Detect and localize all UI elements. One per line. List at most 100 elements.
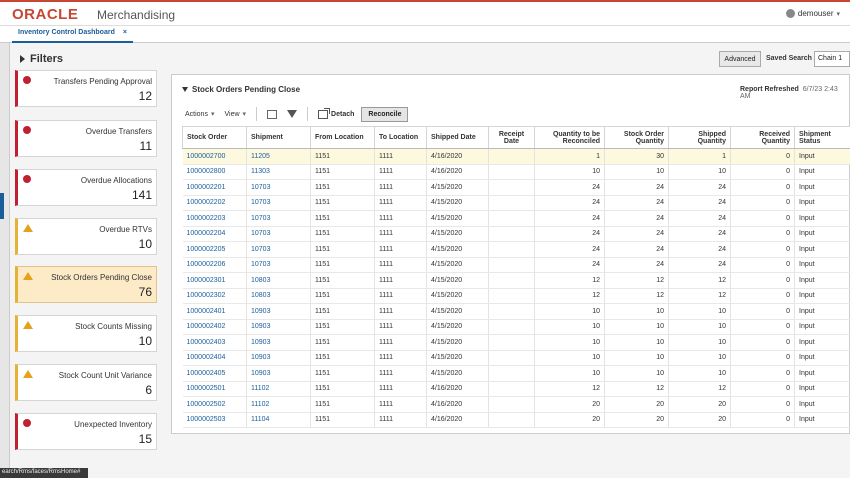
table-row[interactable]: 1000002201 10703 1151 1111 4/15/2020 24 24 24 0 I…: [182, 179, 850, 196]
advanced-button[interactable]: Advanced: [719, 51, 761, 67]
shipment-link[interactable]: 10903: [246, 365, 311, 382]
saved-search-select[interactable]: Chain 1: [814, 51, 850, 67]
column-header[interactable]: Receipt Date: [488, 126, 535, 149]
close-icon[interactable]: ×: [123, 29, 127, 38]
tile-transfers-pending-approval[interactable]: Transfers Pending Approval 12: [15, 70, 157, 107]
stock-order-link[interactable]: 1000002405: [182, 365, 247, 382]
table-row[interactable]: 1000002206 10703 1151 1111 4/15/2020 24 24 24 0 I…: [182, 257, 850, 273]
table-row[interactable]: 1000002501 11102 1151 1111 4/16/2020 12 12 12 0 I…: [182, 381, 850, 397]
column-header[interactable]: Stock Order Quantity: [604, 126, 669, 149]
stock-order-link[interactable]: 1000002402: [182, 319, 247, 335]
table-cell: 12: [604, 288, 669, 304]
reconcile-button[interactable]: Reconcile: [361, 106, 409, 122]
shipment-link[interactable]: 10703: [246, 257, 311, 273]
tab-inventory-control-dashboard[interactable]: Inventory Control Dashboard ×: [12, 26, 133, 43]
table-row[interactable]: 1000002700 11205 1151 1111 4/16/2020 1 30 1 0 Inp…: [182, 148, 850, 165]
table-row[interactable]: 1000002202 10703 1151 1111 4/15/2020 24 24 24 0 I…: [182, 195, 850, 211]
column-header[interactable]: Shipment Status: [794, 126, 850, 149]
table-row[interactable]: 1000002503 11104 1151 1111 4/16/2020 20 20 20 0 I…: [182, 412, 850, 428]
shipment-link[interactable]: 10903: [246, 303, 311, 320]
table-row[interactable]: 1000002404 10903 1151 1111 4/15/2020 10 10 10 0 I…: [182, 350, 850, 366]
table-cell: 12: [604, 272, 669, 289]
shipment-link[interactable]: 10903: [246, 334, 311, 351]
stock-order-link[interactable]: 1000002401: [182, 303, 247, 320]
stock-order-link[interactable]: 1000002205: [182, 241, 247, 258]
table-row[interactable]: 1000002302 10803 1151 1111 4/15/2020 12 12 12 0 I…: [182, 288, 850, 304]
table-row[interactable]: 1000002301 10803 1151 1111 4/15/2020 12 12 12 0 I…: [182, 272, 850, 289]
stock-order-link[interactable]: 1000002204: [182, 226, 247, 242]
shipment-link[interactable]: 11102: [246, 381, 311, 397]
table-row[interactable]: 1000002204 10703 1151 1111 4/15/2020 24 24 24 0 I…: [182, 226, 850, 242]
shipment-link[interactable]: 10703: [246, 241, 311, 258]
table-cell: [488, 210, 535, 227]
column-header[interactable]: Received Quantity: [730, 126, 795, 149]
tile-overdue-rtvs[interactable]: Overdue RTVs 10: [15, 218, 157, 255]
user-menu[interactable]: demouser ▾: [785, 9, 840, 18]
filter-button[interactable]: [284, 108, 300, 120]
tile-stock-count-unit-variance[interactable]: Stock Count Unit Variance 6: [15, 364, 157, 401]
app-name: Merchandising: [97, 8, 176, 22]
stock-order-link[interactable]: 1000002203: [182, 210, 247, 227]
stock-order-link[interactable]: 1000002301: [182, 272, 247, 289]
oracle-logo[interactable]: ORACLE: [12, 6, 78, 23]
column-header[interactable]: From Location: [310, 126, 375, 149]
stock-order-link[interactable]: 1000002404: [182, 350, 247, 366]
tile-unexpected-inventory[interactable]: Unexpected Inventory 15: [15, 413, 157, 450]
shipment-link[interactable]: 11205: [246, 148, 311, 165]
shipment-link[interactable]: 10703: [246, 179, 311, 196]
table-row[interactable]: 1000002405 10903 1151 1111 4/15/2020 10 10 10 0 I…: [182, 365, 850, 382]
table-cell: 24: [534, 257, 605, 273]
stock-order-link[interactable]: 1000002502: [182, 396, 247, 413]
stock-order-link[interactable]: 1000002503: [182, 412, 247, 428]
tile-label: Overdue Allocations: [80, 176, 152, 185]
column-header[interactable]: Shipped Quantity: [668, 126, 731, 149]
column-header[interactable]: Shipped Date: [426, 126, 489, 149]
filters-title: Filters: [30, 53, 64, 65]
tile-stock-orders-pending-close[interactable]: Stock Orders Pending Close 76: [15, 266, 157, 303]
shipment-link[interactable]: 10903: [246, 319, 311, 335]
table-row[interactable]: 1000002502 11102 1151 1111 4/16/2020 20 20 20 0 I…: [182, 396, 850, 413]
tile-overdue-allocations[interactable]: Overdue Allocations 141: [15, 169, 157, 206]
table-row[interactable]: 1000002401 10903 1151 1111 4/15/2020 10 10 10 0 I…: [182, 303, 850, 320]
table-row[interactable]: 1000002402 10903 1151 1111 4/15/2020 10 10 10 0 I…: [182, 319, 850, 335]
column-header[interactable]: To Location: [374, 126, 427, 149]
column-header[interactable]: Quantity to be Reconciled: [534, 126, 605, 149]
filters-toggle[interactable]: Filters: [20, 53, 63, 65]
stock-order-link[interactable]: 1000002302: [182, 288, 247, 304]
shipment-link[interactable]: 11303: [246, 164, 311, 180]
table-cell: 1111: [374, 288, 427, 304]
freeze-columns-button[interactable]: [264, 108, 280, 121]
shipment-link[interactable]: 10903: [246, 350, 311, 366]
column-header[interactable]: Stock Order: [182, 126, 247, 149]
tile-overdue-transfers[interactable]: Overdue Transfers 11: [15, 120, 157, 157]
panel-title-toggle[interactable]: Stock Orders Pending Close: [182, 85, 300, 94]
table-row[interactable]: 1000002203 10703 1151 1111 4/15/2020 24 24 24 0 I…: [182, 210, 850, 227]
stock-order-link[interactable]: 1000002501: [182, 381, 247, 397]
stock-order-link[interactable]: 1000002800: [182, 164, 247, 180]
table-cell: 24: [534, 195, 605, 211]
table-row[interactable]: 1000002205 10703 1151 1111 4/15/2020 24 24 24 0 I…: [182, 241, 850, 258]
tile-stock-counts-missing[interactable]: Stock Counts Missing 10: [15, 315, 157, 352]
shipment-link[interactable]: 10803: [246, 288, 311, 304]
shipment-link[interactable]: 10803: [246, 272, 311, 289]
column-header[interactable]: Shipment: [246, 126, 311, 149]
stock-order-link[interactable]: 1000002403: [182, 334, 247, 351]
stock-order-link[interactable]: 1000002206: [182, 257, 247, 273]
stock-order-link[interactable]: 1000002201: [182, 179, 247, 196]
table-cell: 4/15/2020: [426, 226, 489, 242]
shipment-link[interactable]: 10703: [246, 210, 311, 227]
shipment-link[interactable]: 11104: [246, 412, 311, 428]
shipment-link[interactable]: 11102: [246, 396, 311, 413]
view-menu[interactable]: View ▾: [221, 108, 249, 120]
stock-order-link[interactable]: 1000002700: [182, 148, 247, 165]
detach-button[interactable]: Detach: [315, 107, 357, 121]
shipment-link[interactable]: 10703: [246, 226, 311, 242]
table-cell: Input: [794, 195, 850, 211]
table-cell: 0: [730, 288, 795, 304]
table-row[interactable]: 1000002800 11303 1151 1111 4/16/2020 10 10 10 0 I…: [182, 164, 850, 180]
shipment-link[interactable]: 10703: [246, 195, 311, 211]
stock-order-link[interactable]: 1000002202: [182, 195, 247, 211]
table-row[interactable]: 1000002403 10903 1151 1111 4/15/2020 10 10 10 0 I…: [182, 334, 850, 351]
actions-menu[interactable]: Actions ▾: [182, 108, 217, 120]
left-collapse-strip[interactable]: [0, 43, 10, 468]
